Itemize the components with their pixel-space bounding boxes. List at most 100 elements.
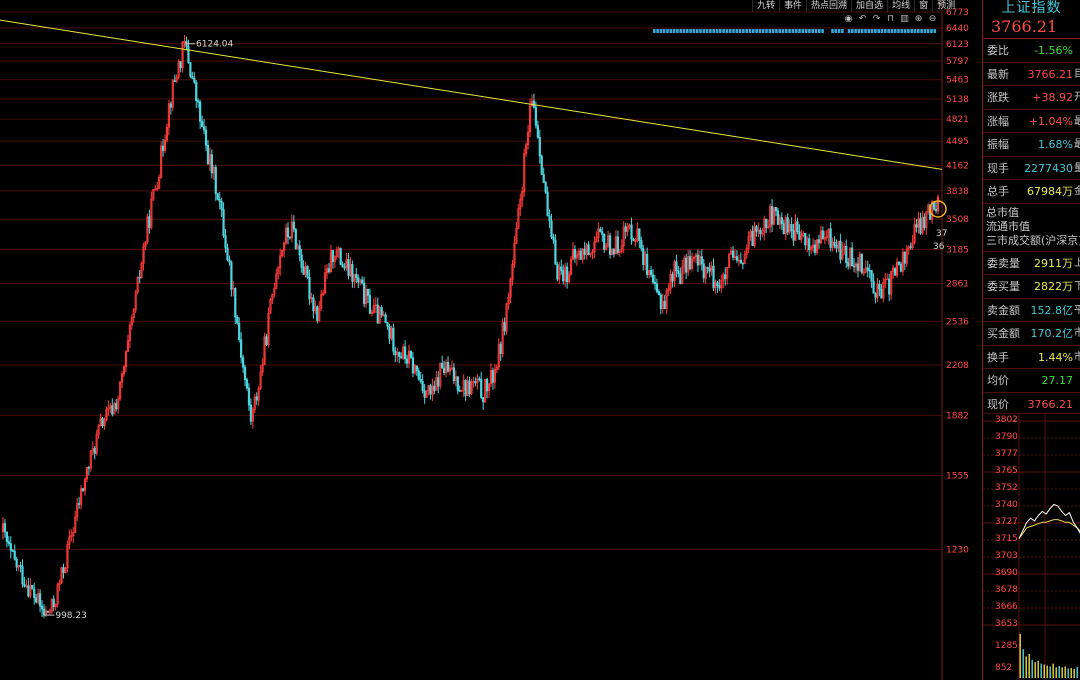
toolbar-tab-forecast[interactable]: 预测 <box>932 0 959 12</box>
candle-body <box>642 248 645 265</box>
mini-volume-bar <box>1058 666 1060 678</box>
candle-body <box>706 267 709 269</box>
y-tick-label: 6440 <box>946 24 969 34</box>
quote-value: 152.8亿 <box>1030 303 1074 317</box>
mini-volume-bar <box>1061 667 1063 678</box>
event-marker <box>732 29 735 33</box>
quote-clipped-label: 最 <box>1074 133 1080 156</box>
toolbar-tab-add-watchlist[interactable]: 加自选 <box>851 0 887 12</box>
candle-body <box>240 339 243 358</box>
event-marker <box>910 29 913 33</box>
mini-volume-bar <box>1070 667 1072 678</box>
event-marker <box>653 29 656 33</box>
candle-body <box>394 350 397 356</box>
quote-clipped-label: 下 <box>1074 275 1080 298</box>
candle-body <box>331 250 334 262</box>
eye-icon[interactable]: ◉ <box>843 14 854 25</box>
y-tick-label: 6123 <box>946 40 969 50</box>
event-marker <box>930 29 933 33</box>
y-tick-label: 4821 <box>946 115 969 125</box>
quote-row: 振幅 1.68%最 <box>983 133 1080 157</box>
candle-body <box>249 404 253 422</box>
candle-body <box>398 351 401 358</box>
quote-value: 3766.21 <box>1027 67 1074 81</box>
chart-toolbar: 九转 事件 热点回溯 加自选 均线 窗 预测 <box>752 0 959 12</box>
quote-row: 均价 27.17 <box>983 369 1080 393</box>
candle-body <box>392 327 395 352</box>
event-marker <box>738 29 742 33</box>
toolbar-tab-events[interactable]: 事件 <box>779 0 806 12</box>
candle-body <box>813 244 817 253</box>
candle-body <box>5 531 9 542</box>
toolbar-tab-window[interactable]: 窗 <box>914 0 932 12</box>
price-chart[interactable]: 6773644061235797546351384821449541623838… <box>0 0 982 680</box>
event-marker <box>689 29 692 33</box>
y-tick-label: 1882 <box>946 411 969 421</box>
candle-body <box>909 246 912 249</box>
undo-icon[interactable]: ↶ <box>857 14 868 25</box>
event-marker <box>672 29 676 33</box>
index-name: 上证指数 <box>1001 0 1062 16</box>
candle-body <box>236 316 239 324</box>
candle-body <box>817 239 821 244</box>
candle-body <box>903 251 906 264</box>
event-marker-strip[interactable] <box>652 28 938 34</box>
candle-body <box>339 248 342 265</box>
candle-body <box>193 78 196 83</box>
toolbar-tab-jiuzhuan[interactable]: 九转 <box>752 0 779 12</box>
quote-clipped-label: 上 <box>1074 252 1080 275</box>
candle-body <box>659 294 662 309</box>
overlay-label: 37 <box>936 229 947 239</box>
event-marker <box>761 29 765 33</box>
event-marker <box>903 29 907 33</box>
main-chart-panel[interactable]: 6773 6440 6123 5797 5463 5138 4821 4495 4162 3838… <box>0 0 982 680</box>
candle-body <box>111 405 114 415</box>
candle-body <box>361 279 364 284</box>
mini-volume-bar <box>1025 656 1027 678</box>
mini-y-tick: 3777 <box>995 449 1018 459</box>
quote-row: 最新 3766.21目 <box>983 63 1080 86</box>
zoom-in-icon[interactable]: ⊕ <box>913 14 924 25</box>
candle-body <box>456 376 459 391</box>
quote-value: -1.56% <box>1034 44 1073 57</box>
candle-body <box>546 191 549 217</box>
zoom-out-icon[interactable]: ⊖ <box>927 14 938 25</box>
event-marker <box>877 29 880 33</box>
candle-body <box>491 370 495 383</box>
mini-volume-bar <box>1052 663 1054 678</box>
toolbar-tab-hotspot-review[interactable]: 热点回溯 <box>806 0 851 12</box>
event-marker <box>923 29 927 33</box>
candle-body <box>731 250 735 258</box>
candle-body <box>671 273 674 282</box>
lock-icon[interactable]: ⊓ <box>885 14 896 25</box>
trendline <box>0 19 943 170</box>
mini-volume-bar <box>1031 659 1033 678</box>
event-marker <box>702 29 706 33</box>
candle-body <box>189 62 192 77</box>
candle-body <box>411 357 415 374</box>
candle-body <box>821 230 824 240</box>
candle-body <box>417 370 420 380</box>
candle-body <box>866 267 869 271</box>
peak-label: 6124.04 <box>196 40 233 50</box>
candle-body <box>499 343 502 354</box>
toolbar-tab-moving-average[interactable]: 均线 <box>887 0 914 12</box>
event-marker <box>778 29 781 33</box>
candle-body <box>868 269 871 272</box>
event-marker <box>788 29 791 33</box>
event-marker <box>781 29 785 33</box>
mini-volume-bar <box>1034 662 1036 678</box>
event-marker <box>926 29 930 33</box>
quote-row: 委比 -1.56% <box>983 39 1080 63</box>
candle-body <box>919 218 922 234</box>
quote-clipped-label: 开 <box>1074 86 1080 109</box>
trash-icon[interactable]: ▥ <box>899 14 910 25</box>
quote-row: 涨跌 +38.92开 <box>983 86 1080 110</box>
candle-body <box>685 257 688 273</box>
redo-icon[interactable]: ↷ <box>871 14 882 25</box>
candle-body <box>294 229 297 250</box>
candle-body <box>52 598 55 608</box>
candle-body <box>243 366 247 381</box>
candle-body <box>419 378 422 382</box>
mini-volume-bar <box>1073 668 1075 678</box>
